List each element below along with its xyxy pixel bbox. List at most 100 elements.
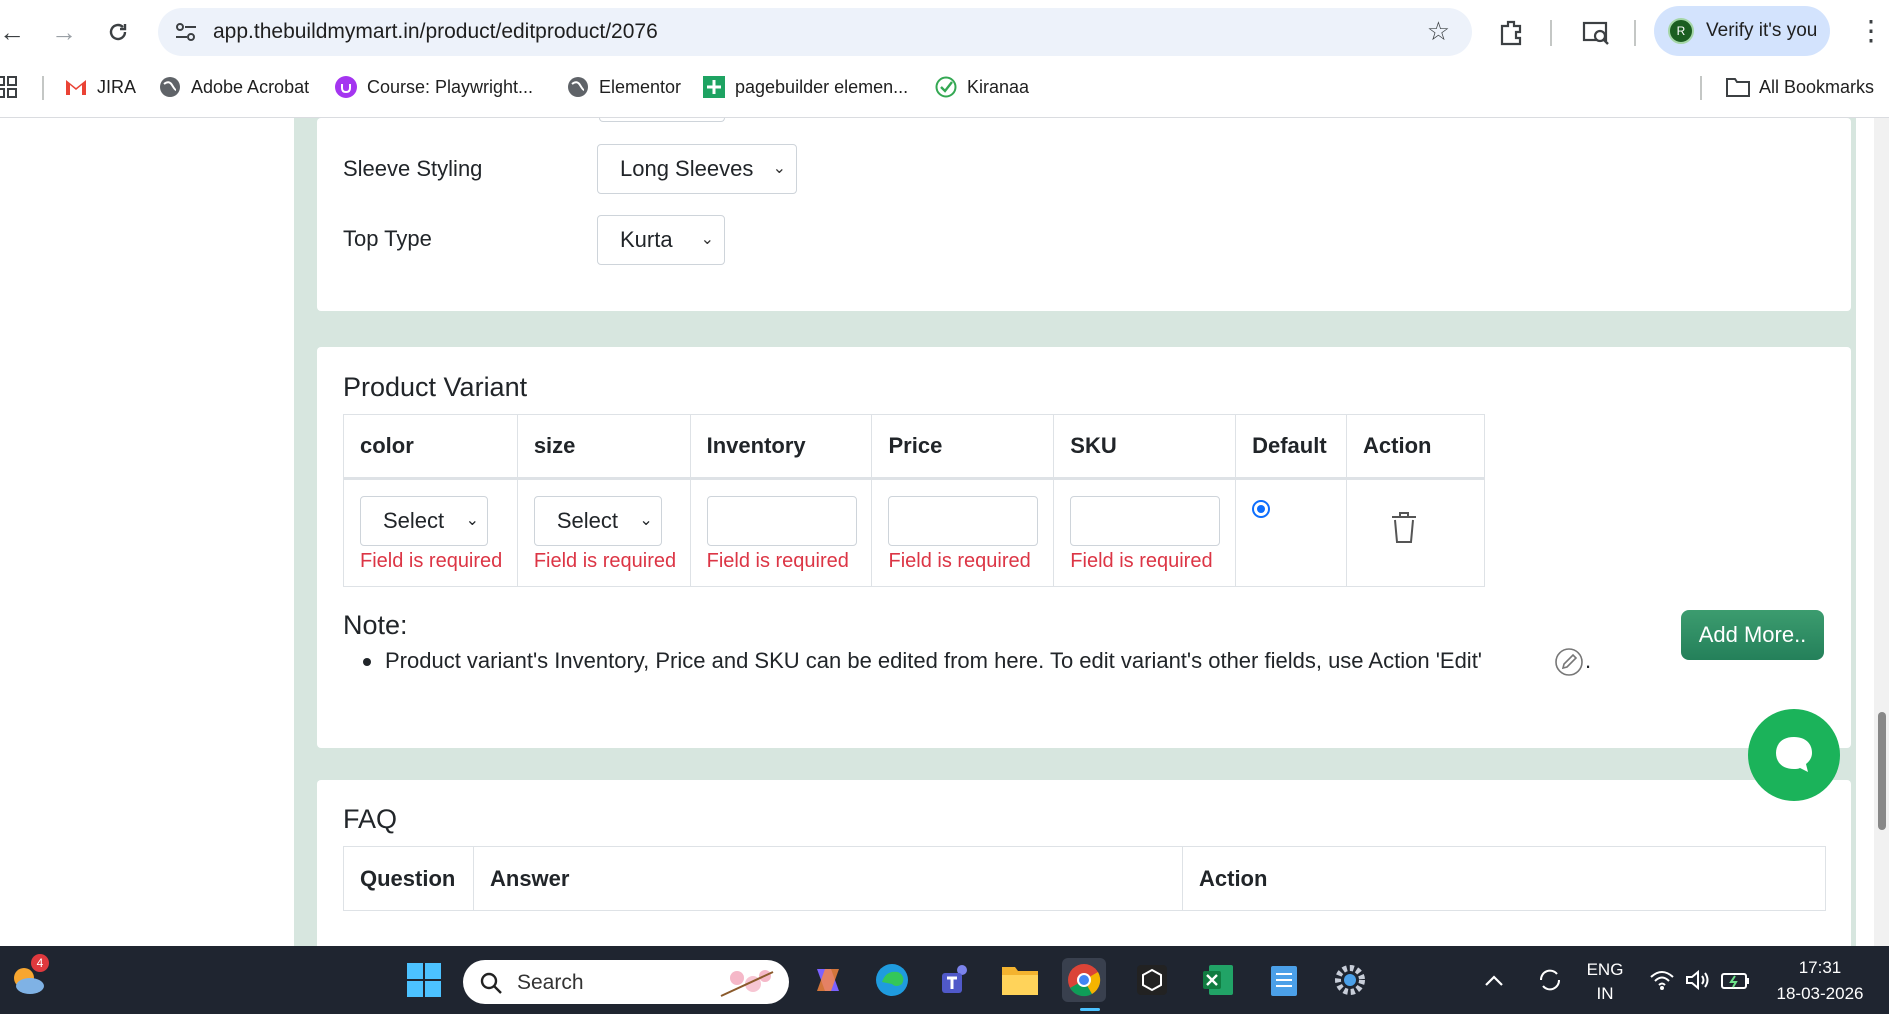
size-cell: Select ⌄ Field is required	[516, 478, 691, 587]
bookmark-label: JIRA	[97, 76, 137, 97]
bookmark-jira[interactable]: JIRA	[64, 74, 136, 100]
taskbar-search[interactable]: Search	[463, 960, 789, 1004]
col-default: Default	[1235, 414, 1348, 479]
bookmark-elementor[interactable]: Elementor	[566, 74, 681, 100]
bullet	[363, 658, 371, 666]
teams-icon[interactable]	[934, 958, 978, 1002]
edit-pencil-icon	[1555, 648, 1583, 676]
variant-title: Product Variant	[343, 372, 528, 402]
bookmark-divider	[42, 76, 44, 100]
action-cell	[1346, 478, 1485, 587]
chat-bubble-icon	[1776, 737, 1812, 772]
region-code: IN	[1596, 984, 1614, 1003]
col-size: size	[516, 414, 691, 479]
toolbar-divider	[1550, 20, 1552, 46]
forward-icon[interactable]: →	[46, 14, 82, 50]
note-end: .	[1585, 648, 1592, 673]
sheets-plus-icon	[702, 75, 726, 99]
bookmark-label: pagebuilder elemen...	[735, 76, 909, 97]
sku-error: Field is required	[1070, 550, 1213, 572]
sync-icon[interactable]	[1528, 958, 1572, 1002]
bookmark-star-icon[interactable]: ☆	[1427, 16, 1450, 47]
add-more-button[interactable]: Add More..	[1681, 610, 1824, 660]
price-error: Field is required	[888, 550, 1031, 572]
unity-icon[interactable]	[1130, 958, 1174, 1002]
cast-search-icon[interactable]	[1580, 16, 1612, 48]
chrome-icon[interactable]	[1062, 958, 1106, 1002]
avatar: R	[1668, 18, 1694, 44]
product-variant-card: Product Variant color size Inventory Pri…	[317, 347, 1851, 748]
globe-icon	[566, 75, 590, 99]
url-text[interactable]: app.thebuildmymart.in/product/editproduc…	[213, 20, 658, 44]
menu-kebab-icon[interactable]: ⋮	[1857, 14, 1885, 47]
select-partial[interactable]	[599, 118, 725, 122]
cherry-blossom-icon	[720, 970, 774, 997]
color-select[interactable]: Select ⌄	[360, 496, 488, 546]
search-placeholder: Search	[517, 971, 584, 994]
reload-icon[interactable]	[100, 14, 136, 50]
toolbar-divider	[1634, 20, 1636, 46]
scrollbar-thumb[interactable]	[1878, 712, 1886, 830]
trash-icon[interactable]	[1389, 510, 1419, 544]
size-select[interactable]: Select ⌄	[533, 496, 662, 546]
note-text: Product variant's Inventory, Price and S…	[385, 648, 1483, 673]
bookmark-label: Kiranaa	[967, 76, 1030, 97]
bookmark-divider	[1700, 76, 1702, 100]
sleeve-select[interactable]: Long Sleeves ⌄	[597, 144, 797, 194]
color-cell: Select ⌄ Field is required	[343, 478, 518, 587]
bookmark-kiranaa[interactable]: Kiranaa	[934, 74, 1029, 100]
bookmark-adobe-acrobat[interactable]: Adobe Acrobat	[158, 74, 309, 100]
notepad-icon[interactable]	[1262, 958, 1306, 1002]
bookmark-pagebuilder[interactable]: pagebuilder elemen...	[702, 74, 908, 100]
chevron-down-icon: ⌄	[465, 512, 479, 529]
edge-icon[interactable]	[870, 958, 914, 1002]
globe-icon	[158, 75, 182, 99]
settings-gear-icon[interactable]	[1328, 958, 1372, 1002]
apps-grid-icon[interactable]	[0, 74, 18, 100]
address-bar[interactable]: app.thebuildmymart.in/product/editproduc…	[158, 8, 1472, 56]
col-inventory: Inventory	[689, 414, 873, 479]
checkmark-circle-icon	[934, 75, 958, 99]
chat-widget-button[interactable]	[1748, 709, 1840, 801]
windows-start-icon[interactable]	[402, 958, 446, 1002]
bookmark-course-playwright[interactable]: Course: Playwright...	[334, 74, 533, 100]
page-content: Sleeve Styling Long Sleeves ⌄ Top Type K…	[0, 118, 1889, 946]
file-explorer-icon[interactable]	[998, 958, 1042, 1002]
col-sku: SKU	[1053, 414, 1237, 479]
site-settings-icon[interactable]	[172, 18, 200, 46]
inventory-cell: Field is required	[689, 478, 873, 587]
chevron-up-icon[interactable]	[1472, 958, 1516, 1002]
udemy-icon	[334, 75, 358, 99]
size-select-value: Select	[556, 508, 618, 533]
price-input[interactable]	[888, 496, 1039, 546]
bookmark-label: Adobe Acrobat	[191, 76, 310, 97]
chevron-down-icon: ⌄	[772, 160, 786, 177]
top-type-label: Top Type	[343, 226, 432, 251]
faq-header-row: Question Answer Action	[343, 846, 1826, 911]
language-code[interactable]: ENG	[1580, 960, 1630, 980]
all-bookmarks[interactable]: All Bookmarks	[1726, 74, 1874, 100]
sku-input[interactable]	[1070, 496, 1221, 546]
inventory-input[interactable]	[706, 496, 857, 546]
bookmark-label: Course: Playwright...	[367, 76, 534, 97]
note-title: Note:	[343, 610, 408, 640]
back-icon[interactable]: ←	[0, 14, 30, 50]
top-type-select[interactable]: Kurta ⌄	[597, 215, 725, 265]
default-radio[interactable]	[1252, 500, 1271, 518]
col-price: Price	[871, 414, 1055, 479]
battery-icon[interactable]	[1714, 958, 1758, 1002]
col-color: color	[343, 414, 518, 479]
copilot-icon[interactable]	[806, 958, 850, 1002]
verify-label: Verify it's you	[1706, 20, 1818, 41]
variant-table: color size Inventory Price SKU Default A…	[343, 414, 1485, 587]
inventory-error: Field is required	[706, 550, 849, 572]
size-error: Field is required	[533, 550, 677, 572]
clock-time[interactable]: 17:31	[1770, 958, 1870, 978]
col-question: Question	[343, 846, 474, 911]
variant-header-row: color size Inventory Price SKU Default A…	[343, 414, 1485, 479]
extensions-icon[interactable]	[1496, 16, 1528, 48]
excel-icon[interactable]	[1196, 958, 1240, 1002]
faq-card: FAQ Question Answer Action	[317, 780, 1851, 946]
chevron-down-icon: ⌄	[639, 512, 653, 529]
profile-verify-button[interactable]: R Verify it's you	[1654, 6, 1830, 56]
